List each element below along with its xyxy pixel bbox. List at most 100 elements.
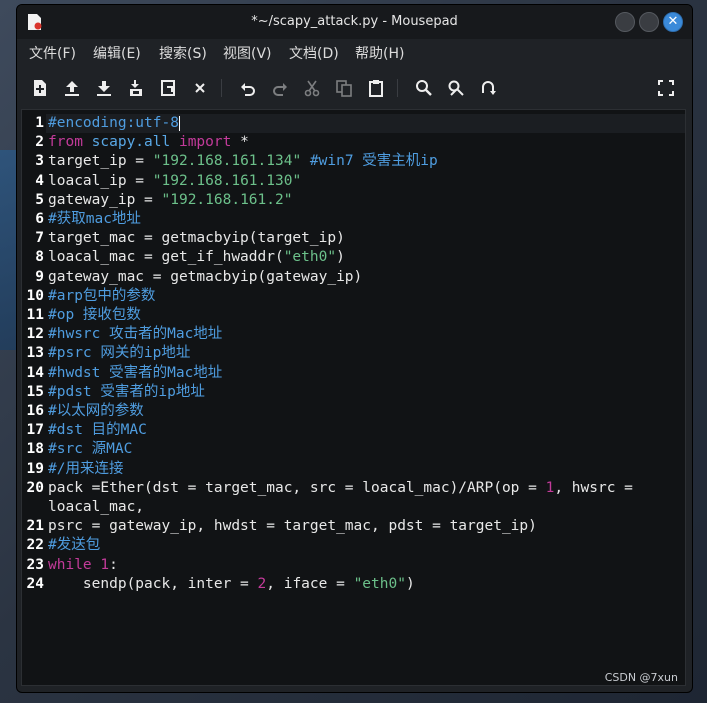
cut-icon[interactable] [299,75,325,101]
copy-icon[interactable] [331,75,357,101]
code-token: ) [405,575,415,592]
code-token: , hwsrc = [554,479,633,496]
line-number: 10 [26,287,44,304]
maximize-button[interactable] [639,12,659,32]
code-token: psrc = gateway_ip, hwdst = target_mac, p… [48,518,537,535]
save-as-icon[interactable] [123,75,149,101]
code-text: loacal_ip = "192.168.161.130" [48,172,301,191]
code-token: gateway_mac = getmacbyip(gateway_ip) [48,268,363,285]
text-editor[interactable]: 1 #encoding:utf-8 2 from scapy.all import *… [21,109,686,686]
save-icon[interactable] [91,75,117,101]
toolbar-separator [397,79,398,97]
line-number: 21 [26,518,44,535]
line-number: 13 [26,345,44,362]
menu-view[interactable]: 视图(V) [223,39,272,69]
code-token: target_mac = getmacbyip(target_ip) [48,230,345,247]
code-text: gateway_mac = getmacbyip(gateway_ip) [48,268,362,287]
code-text: #dst 目的MAC [48,421,147,440]
code-token: #hwsrc 攻击者的Mac地址 [48,326,223,343]
menu-edit[interactable]: 编辑(E) [93,39,141,69]
line-number: 12 [26,326,44,343]
code-token: "192.168.161.2" [161,191,293,208]
code-token: #arp包中的参数 [48,287,156,304]
reload-icon[interactable] [155,75,181,101]
code-token: #win7 受害主机ip [309,153,438,170]
menu-search[interactable]: 搜索(S) [159,39,207,69]
line-number: 4 [35,172,44,189]
code-token: #获取mac地址 [48,211,141,227]
text-cursor [178,115,180,131]
menu-bar: 文件(F) 编辑(E) 搜索(S) 视图(V) 文档(D) 帮助(H) [17,39,692,69]
code-token: #发送包 [48,537,101,554]
code-token: #pdst 受害者的ip地址 [48,383,205,400]
code-text: #以太网的参数 [48,402,144,421]
line-number: 9 [35,268,44,285]
code-token: gateway_ip = [48,191,162,208]
line-number: 24 [26,575,44,592]
code-token: : [109,556,118,573]
line-number: 17 [26,422,44,439]
code-text: #hwdst 受害者的Mac地址 [48,364,222,383]
code-token: "eth0" [353,575,406,592]
find-replace-icon[interactable] [443,75,469,101]
line-number: 1 [35,115,44,131]
open-file-icon[interactable] [59,75,85,101]
code-token: loacal_ip = [48,172,153,189]
code-token: from [48,134,83,151]
code-token: loacal_mac, [48,499,145,515]
line-number: 3 [35,153,44,170]
code-text: pack =Ether(dst = target_mac, src = loac… [48,479,633,498]
code-text: #pdst 受害者的ip地址 [48,383,205,402]
go-to-icon[interactable] [475,75,501,101]
code-text: #src 源MAC [48,440,132,459]
menu-help[interactable]: 帮助(H) [355,39,404,69]
line-number: 15 [26,383,44,400]
code-text: while 1: [48,556,118,575]
code-text: #op 接收包数 [48,306,141,325]
code-token: #/用来连接 [48,460,124,477]
code-token: * [231,134,249,151]
code-text: target_ip = "192.168.161.134" #win7 受害主机… [48,152,438,171]
code-token: #hwdst 受害者的Mac地址 [48,364,223,381]
mousepad-window: *~/scapy_attack.py - Mousepad ✕ 文件(F) 编辑… [16,4,693,693]
menu-document[interactable]: 文档(D) [289,39,339,69]
toolbar-separator [221,79,222,97]
undo-icon[interactable] [235,75,261,101]
code-token: "eth0" [283,249,337,266]
line-number: 22 [26,537,44,554]
code-token: #dst 目的MAC [48,422,147,439]
minimize-button[interactable] [615,12,635,32]
paste-icon[interactable] [363,75,389,101]
code-text: #arp包中的参数 [48,287,155,306]
title-bar[interactable]: *~/scapy_attack.py - Mousepad ✕ [17,5,692,39]
code-text: #获取mac地址 [48,210,141,229]
line-number: 2 [35,134,44,151]
find-icon[interactable] [411,75,437,101]
line-number: 7 [35,230,44,247]
new-document-icon[interactable] [27,75,53,101]
code-token: "192.168.161.130" [152,172,302,189]
code-text: from scapy.all import * [48,133,249,152]
line-number: 8 [35,249,44,266]
code-token: pack =Ether(dst = target_mac, src = loac… [48,479,546,496]
code-text: gateway_ip = "192.168.161.2" [48,191,292,210]
code-text: #hwsrc 攻击者的Mac地址 [48,325,222,344]
redo-icon[interactable] [267,75,293,101]
code-token: import [178,134,232,151]
code-token: loacal_mac = get_if_hwaddr( [48,249,284,266]
line-number: 5 [35,191,44,208]
close-document-icon[interactable] [187,75,213,101]
code-token: scapy.all [91,134,171,151]
code-token: #src 源MAC [48,441,133,458]
line-number: 11 [26,307,44,323]
fullscreen-icon[interactable] [653,75,679,101]
toolbar [17,69,692,107]
close-window-button[interactable]: ✕ [663,12,683,32]
code-token: 1 [100,556,110,573]
line-number: 14 [26,364,44,381]
code-token: #psrc 网关的ip地址 [48,345,191,362]
code-text: loacal_mac = get_if_hwaddr("eth0") [48,248,345,267]
menu-file[interactable]: 文件(F) [29,39,76,69]
